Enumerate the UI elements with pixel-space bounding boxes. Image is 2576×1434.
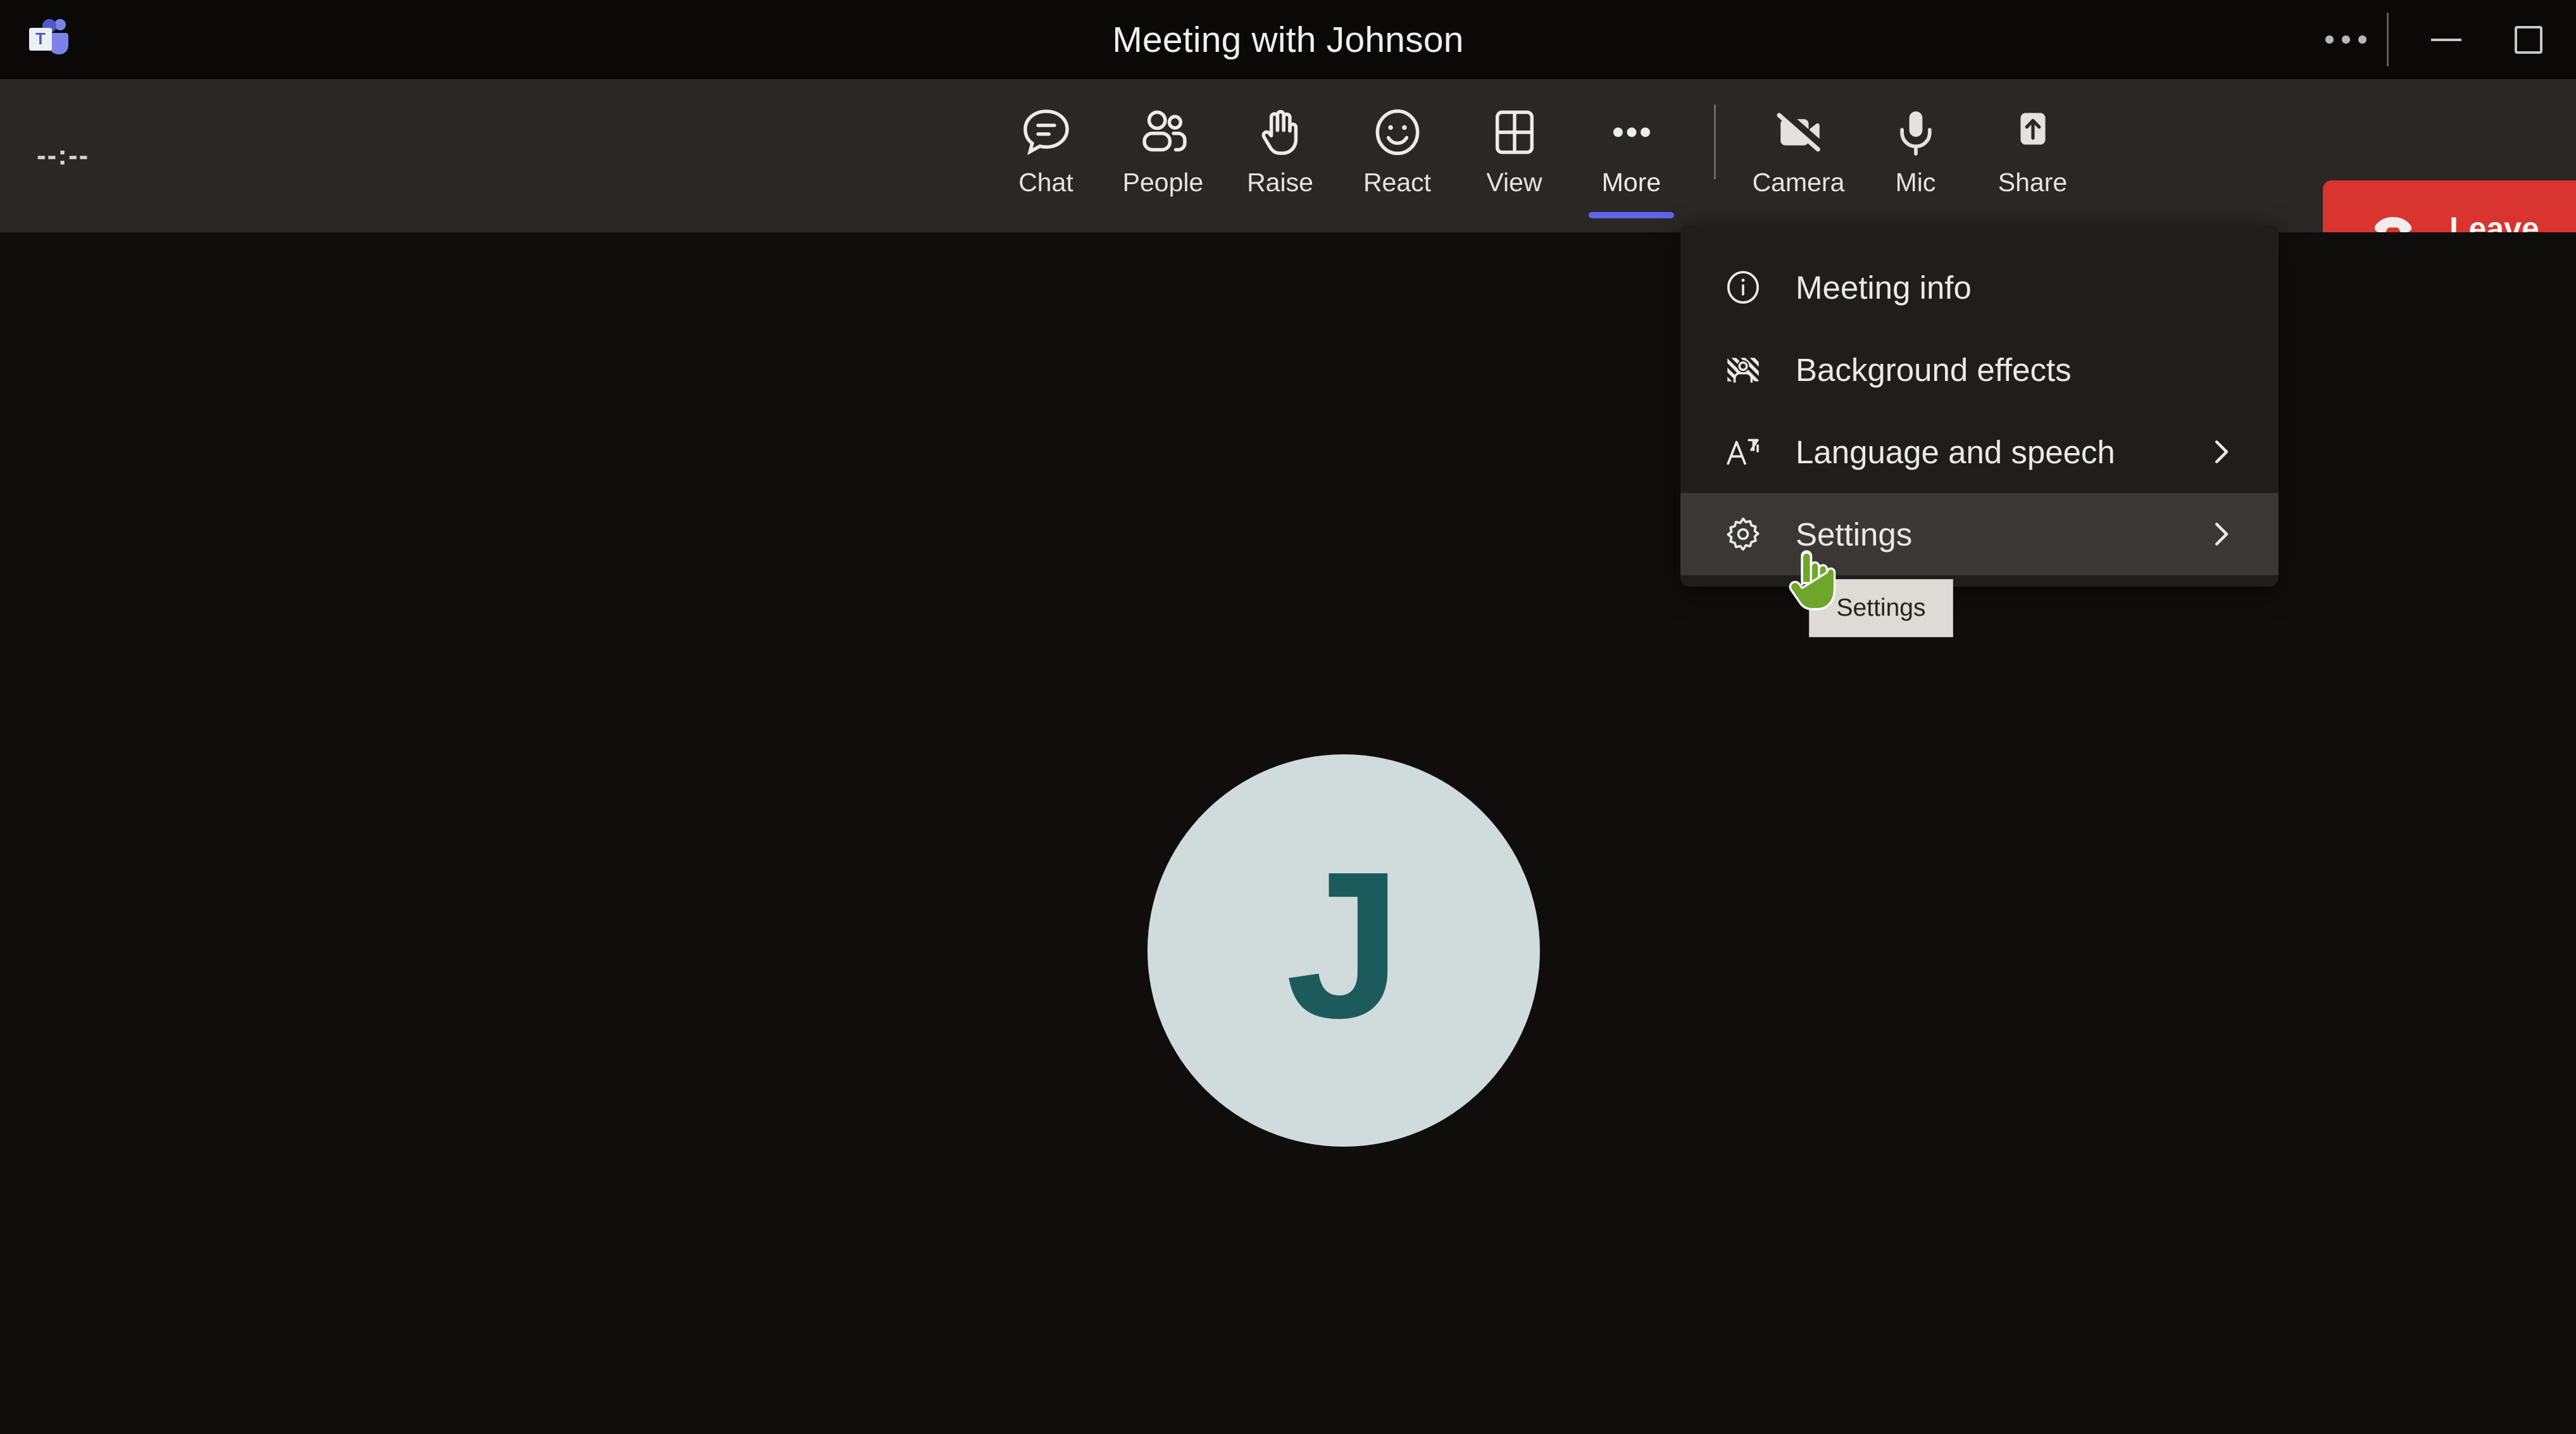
menu-item-label: Meeting info bbox=[1796, 269, 1972, 306]
menu-item-label: Language and speech bbox=[1796, 433, 2115, 470]
camera-off-icon bbox=[1770, 98, 1828, 166]
more-options-menu: Meeting info Background effects Language… bbox=[1680, 225, 2279, 587]
camera-label: Camera bbox=[1752, 168, 1845, 197]
mic-icon bbox=[1887, 98, 1945, 166]
pointing-hand-cursor bbox=[1781, 546, 1843, 625]
maximize-glyph bbox=[2515, 25, 2542, 54]
avatar-initial: J bbox=[1285, 828, 1402, 1061]
menu-item-meeting-info[interactable]: Meeting info bbox=[1680, 246, 2279, 328]
share-label: Share bbox=[1998, 168, 2068, 197]
chat-icon bbox=[1017, 98, 1075, 166]
raise-label: Raise bbox=[1247, 168, 1313, 197]
people-label: People bbox=[1122, 168, 1204, 197]
avatar: J bbox=[1147, 754, 1540, 1147]
titlebar-divider bbox=[2387, 13, 2389, 66]
language-icon bbox=[1722, 431, 1780, 473]
share-button[interactable]: Share bbox=[1974, 79, 2091, 232]
raise-hand-icon bbox=[1251, 98, 1310, 166]
react-smiley-icon bbox=[1368, 98, 1427, 166]
mic-label: Mic bbox=[1895, 168, 1936, 197]
share-screen-icon bbox=[2004, 98, 2062, 166]
menu-item-settings[interactable]: Settings bbox=[1680, 493, 2279, 575]
minimize-icon[interactable] bbox=[2411, 0, 2481, 79]
gear-icon bbox=[1722, 513, 1780, 555]
people-icon bbox=[1134, 98, 1192, 166]
more-dots-icon bbox=[1603, 98, 1661, 166]
info-circle-icon bbox=[1722, 266, 1780, 308]
chat-button[interactable]: Chat bbox=[987, 79, 1104, 232]
minimize-glyph bbox=[2431, 38, 2461, 41]
meeting-timer: --:-- bbox=[37, 140, 90, 171]
people-button[interactable]: People bbox=[1104, 79, 1222, 232]
chevron-right-icon bbox=[2204, 411, 2238, 493]
teams-meeting-window: T Meeting with Johnson --:-- Chat People… bbox=[0, 0, 2576, 1434]
maximize-icon[interactable] bbox=[2481, 0, 2576, 79]
three-dots-glyph bbox=[2325, 35, 2367, 44]
menu-item-language-and-speech[interactable]: Language and speech bbox=[1680, 411, 2279, 493]
view-button[interactable]: View bbox=[1456, 79, 1573, 232]
window-controls bbox=[2311, 0, 2576, 79]
react-button[interactable]: React bbox=[1339, 79, 1456, 232]
more-button[interactable]: More bbox=[1573, 79, 1690, 232]
title-bar: T Meeting with Johnson bbox=[0, 0, 2576, 79]
control-bar-buttons: Chat People Raise React View More Camera… bbox=[987, 79, 2091, 232]
meeting-control-bar: --:-- Chat People Raise React View More … bbox=[0, 79, 2576, 277]
react-label: React bbox=[1363, 168, 1432, 197]
chevron-right-icon bbox=[2204, 493, 2238, 575]
mic-button[interactable]: Mic bbox=[1857, 79, 1974, 232]
background-effects-icon bbox=[1722, 349, 1780, 390]
raise-hand-button[interactable]: Raise bbox=[1222, 79, 1339, 232]
view-label: View bbox=[1486, 168, 1542, 197]
menu-item-background-effects[interactable]: Background effects bbox=[1680, 328, 2279, 411]
more-active-indicator bbox=[1589, 212, 1674, 218]
camera-button[interactable]: Camera bbox=[1740, 79, 1857, 232]
chat-label: Chat bbox=[1018, 168, 1073, 197]
control-bar-divider bbox=[1714, 104, 1716, 179]
menu-item-label: Background effects bbox=[1796, 351, 2072, 388]
more-options-icon[interactable] bbox=[2311, 0, 2380, 79]
view-grid-icon bbox=[1485, 98, 1544, 166]
more-label: More bbox=[1601, 168, 1661, 197]
invite-people-text: Invite people to join you bbox=[0, 1431, 2576, 1434]
window-title: Meeting with Johnson bbox=[1112, 19, 1464, 60]
